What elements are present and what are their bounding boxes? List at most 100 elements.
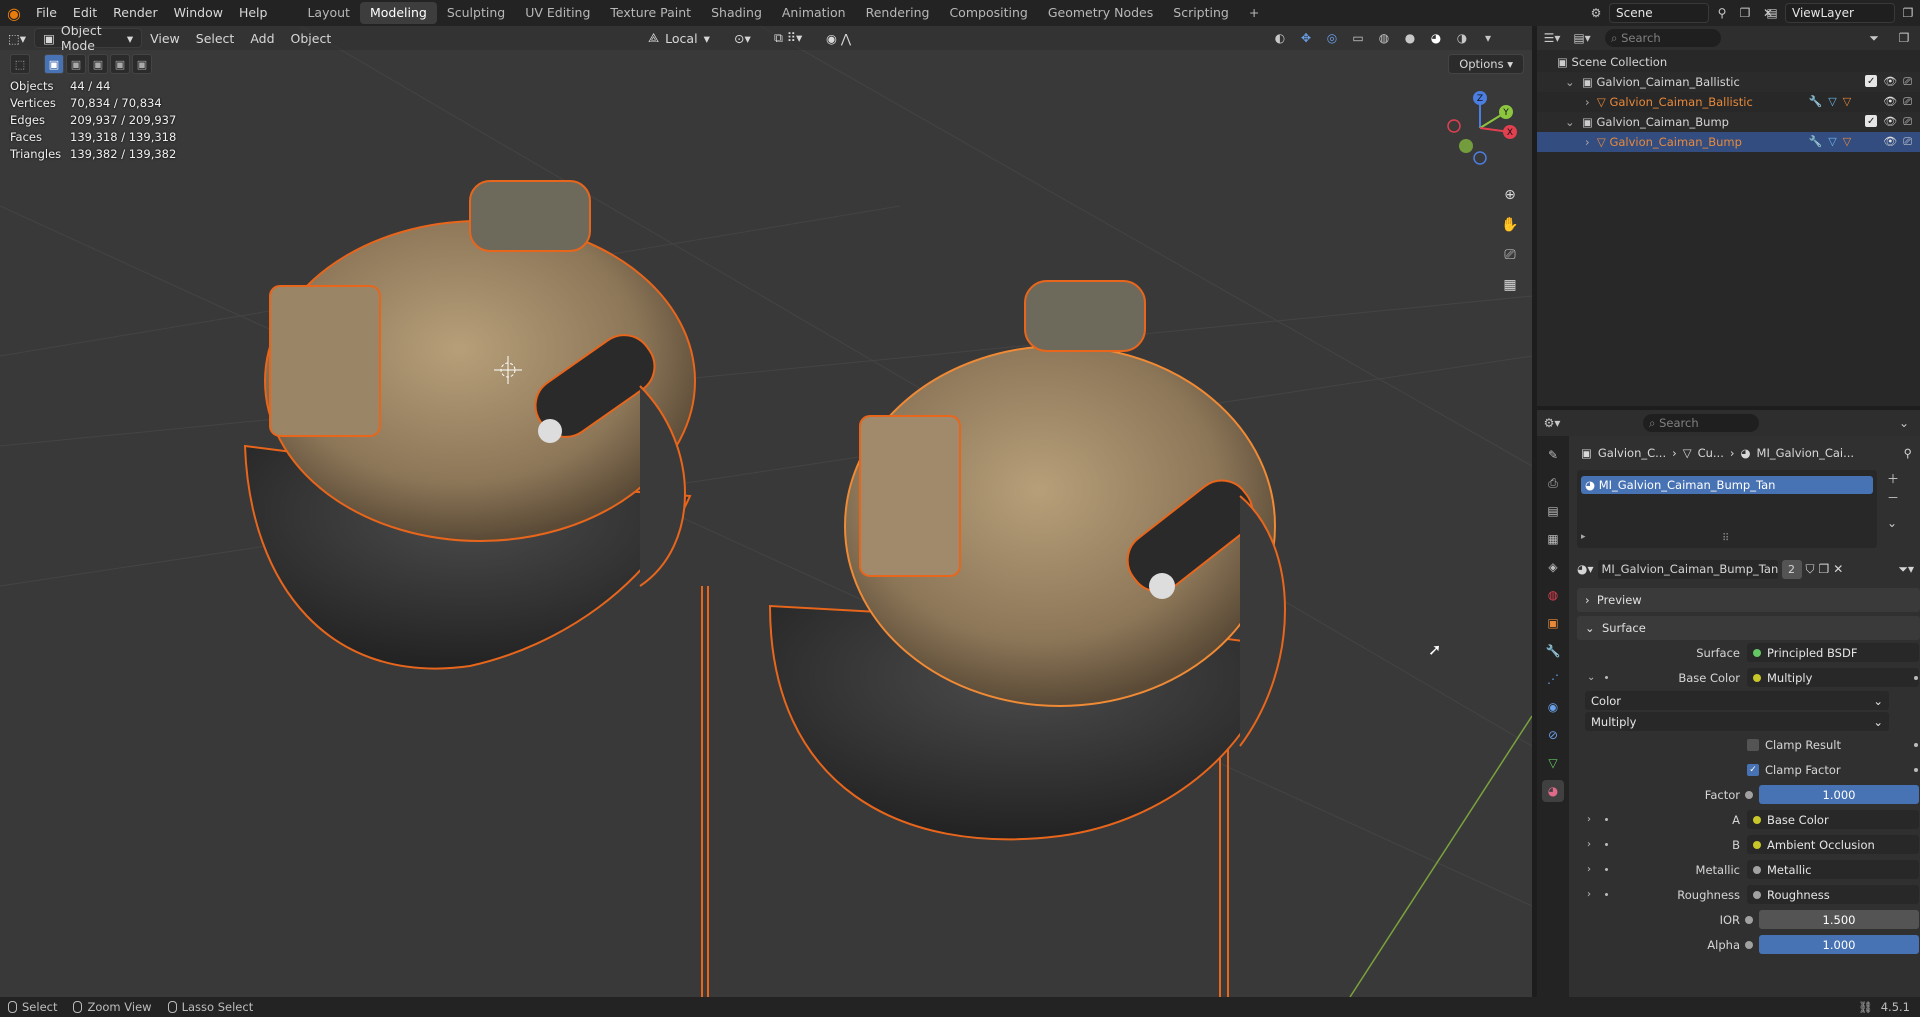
slot-menu-chevron-icon[interactable]: ⌄ [1887, 516, 1899, 530]
menu-view[interactable]: View [142, 28, 188, 48]
mode-selector[interactable]: ▣ Object Mode ▾ [34, 26, 143, 53]
properties-search-input[interactable]: ⌕ Search [1643, 414, 1759, 432]
mesh-data-icon[interactable]: ▽ [1828, 95, 1836, 109]
tab-uv-editing[interactable]: UV Editing [515, 2, 600, 24]
chevron-right-icon[interactable]: › [1585, 135, 1590, 149]
a-input-field[interactable]: Base Color [1747, 810, 1919, 829]
data-tab-icon[interactable]: ▽ [1542, 752, 1564, 774]
tab-layout[interactable]: Layout [297, 2, 360, 24]
view-layer-icon[interactable]: ▤ [1762, 3, 1782, 23]
ior-field[interactable]: 1.500 [1759, 910, 1919, 929]
material-name-field[interactable]: MI_Galvion_Caiman_Bump_Tan [1597, 559, 1778, 579]
display-mode-icon[interactable]: ▤▾ [1567, 28, 1597, 48]
visibility-icon[interactable]: ◐ [1270, 28, 1290, 48]
chevron-right-icon[interactable]: › [1587, 864, 1591, 875]
blender-logo-icon[interactable]: ◉ [0, 0, 28, 26]
color-type-dropdown[interactable]: Color ⌄ [1585, 691, 1889, 710]
breadcrumb-mesh[interactable]: Cu... [1698, 446, 1724, 460]
keyframe-icon[interactable] [1914, 742, 1918, 747]
gizmo-icon[interactable]: ✥ [1296, 28, 1316, 48]
clamp-factor-checkbox[interactable]: ✓ Clamp Factor [1747, 763, 1841, 777]
tab-scripting[interactable]: Scripting [1163, 2, 1239, 24]
keyframe-icon[interactable] [1914, 767, 1918, 772]
helmet-bump[interactable] [768, 280, 1286, 997]
output-tab-icon[interactable]: ▤ [1542, 500, 1564, 522]
menu-window[interactable]: Window [166, 0, 231, 26]
surface-panel-header[interactable]: ⌄ Surface [1577, 616, 1920, 640]
blend-type-dropdown[interactable]: Multiply ⌄ [1585, 712, 1889, 731]
unlink-icon[interactable]: ✕ [1833, 562, 1843, 576]
tab-rendering[interactable]: Rendering [856, 2, 940, 24]
camera-icon[interactable]: ⎚ [1497, 242, 1523, 268]
chevron-down-icon[interactable]: ⌄ [1565, 115, 1575, 129]
add-workspace-button[interactable]: + [1239, 2, 1269, 24]
keyframe-icon[interactable] [1914, 675, 1918, 680]
tab-animation[interactable]: Animation [772, 2, 856, 24]
view-layer-tab-icon[interactable]: ▦ [1542, 528, 1564, 550]
material-tab-icon[interactable]: ◕ [1542, 780, 1564, 802]
camera-icon[interactable]: ⎚ [1903, 75, 1912, 89]
material-slot-item[interactable]: ◕ MI_Galvion_Caiman_Bump_Tan [1581, 476, 1873, 494]
expand-icon[interactable]: ▸ [1581, 532, 1586, 542]
tool-tab-icon[interactable]: ✎ [1542, 444, 1564, 466]
helmet-ballistic[interactable] [243, 180, 709, 997]
pivot-icon[interactable]: ⊙▾ [726, 28, 759, 48]
tab-compositing[interactable]: Compositing [939, 2, 1037, 24]
transform-orientation[interactable]: ⟁ Local ▾ [640, 28, 718, 48]
tree-row-object-ballistic[interactable]: › ▽ Galvion_Caiman_Ballistic 🔧 ▽ ▽ 👁 ⎚ [1537, 92, 1920, 112]
tab-texture-paint[interactable]: Texture Paint [600, 2, 701, 24]
3d-viewport[interactable]: ⬚▾ ▣ Object Mode ▾ View Select Add Objec… [0, 26, 1532, 997]
rendered-shading-icon[interactable]: ◑ [1452, 28, 1472, 48]
zoom-icon[interactable]: ⊕ [1497, 182, 1523, 208]
pin-icon[interactable]: ⚲ [1904, 446, 1912, 460]
checkbox-icon[interactable]: ✓ [1865, 115, 1878, 127]
tab-geometry-nodes[interactable]: Geometry Nodes [1038, 2, 1163, 24]
scene-field[interactable]: Scene [1609, 3, 1709, 23]
tree-row-collection-ballistic[interactable]: ⌄ ▣ Galvion_Caiman_Ballistic ✓ 👁 ⎚ [1537, 72, 1920, 92]
breadcrumb-material[interactable]: MI_Galvion_Cai... [1757, 446, 1855, 460]
modifier-tab-icon[interactable]: 🔧 [1542, 640, 1564, 662]
fake-user-icon[interactable]: ⛉ [1806, 562, 1815, 577]
factor-slider[interactable]: 1.000 [1759, 785, 1919, 804]
tab-modeling[interactable]: Modeling [359, 2, 437, 24]
tree-row-collection-bump[interactable]: ⌄ ▣ Galvion_Caiman_Bump ✓ 👁 ⎚ [1537, 112, 1920, 132]
duplicate-material-icon[interactable]: ❐ [1819, 562, 1830, 576]
menu-file[interactable]: File [28, 0, 65, 26]
chevron-right-icon[interactable]: › [1587, 889, 1591, 900]
navigation-gizmo[interactable]: Z Y X [1440, 88, 1520, 168]
material-browse-icon[interactable]: ◕▾ [1577, 562, 1594, 576]
eye-icon[interactable]: 👁 [1883, 115, 1897, 129]
eye-icon[interactable]: 👁 [1883, 135, 1897, 149]
material-shading-icon[interactable]: ◕ [1426, 28, 1446, 48]
object-tab-icon[interactable]: ▣ [1542, 612, 1564, 634]
chevron-down-icon[interactable]: ⌄ [1894, 413, 1914, 433]
editor-type-icon[interactable]: ⚙▾ [1537, 413, 1567, 433]
mesh-data-icon[interactable]: ▽ [1828, 135, 1836, 149]
constraints-tab-icon[interactable]: ⊘ [1542, 724, 1564, 746]
select-intersect-icon[interactable]: ▣ [132, 54, 152, 74]
modifier-wrench-icon[interactable]: 🔧 [1809, 95, 1823, 109]
select-tool-icon[interactable]: ⬚ [10, 54, 30, 74]
base-color-field[interactable]: Multiply [1747, 668, 1919, 687]
wireframe-shading-icon[interactable]: ◍ [1374, 28, 1394, 48]
chevron-right-icon[interactable]: › [1585, 95, 1590, 109]
camera-icon[interactable]: ⎚ [1903, 115, 1912, 129]
physics-tab-icon[interactable]: ◉ [1542, 696, 1564, 718]
chevron-right-icon[interactable]: › [1587, 839, 1591, 850]
tree-row-scene-collection[interactable]: ▣ Scene Collection [1537, 52, 1920, 72]
menu-add[interactable]: Add [242, 28, 282, 48]
filter-icon[interactable]: ⏷ [1864, 28, 1884, 48]
pan-hand-icon[interactable]: ✋ [1497, 212, 1523, 238]
user-count[interactable]: 2 [1781, 559, 1802, 579]
tab-sculpting[interactable]: Sculpting [437, 2, 515, 24]
xray-icon[interactable]: ▭ [1348, 28, 1368, 48]
options-button[interactable]: Options ▾ [1448, 54, 1524, 74]
menu-render[interactable]: Render [105, 0, 166, 26]
editor-type-button[interactable]: ⬚▾ [0, 28, 34, 48]
camera-icon[interactable]: ⎚ [1903, 135, 1912, 149]
overlay-icon[interactable]: ◎ [1322, 28, 1342, 48]
node-link-icon[interactable]: ⏷▾ [1898, 562, 1914, 577]
eye-icon[interactable]: 👁 [1883, 75, 1897, 89]
snap-icon[interactable]: ⧉ ⠿▾ [766, 28, 810, 48]
select-extend-icon[interactable]: ▣ [66, 54, 86, 74]
